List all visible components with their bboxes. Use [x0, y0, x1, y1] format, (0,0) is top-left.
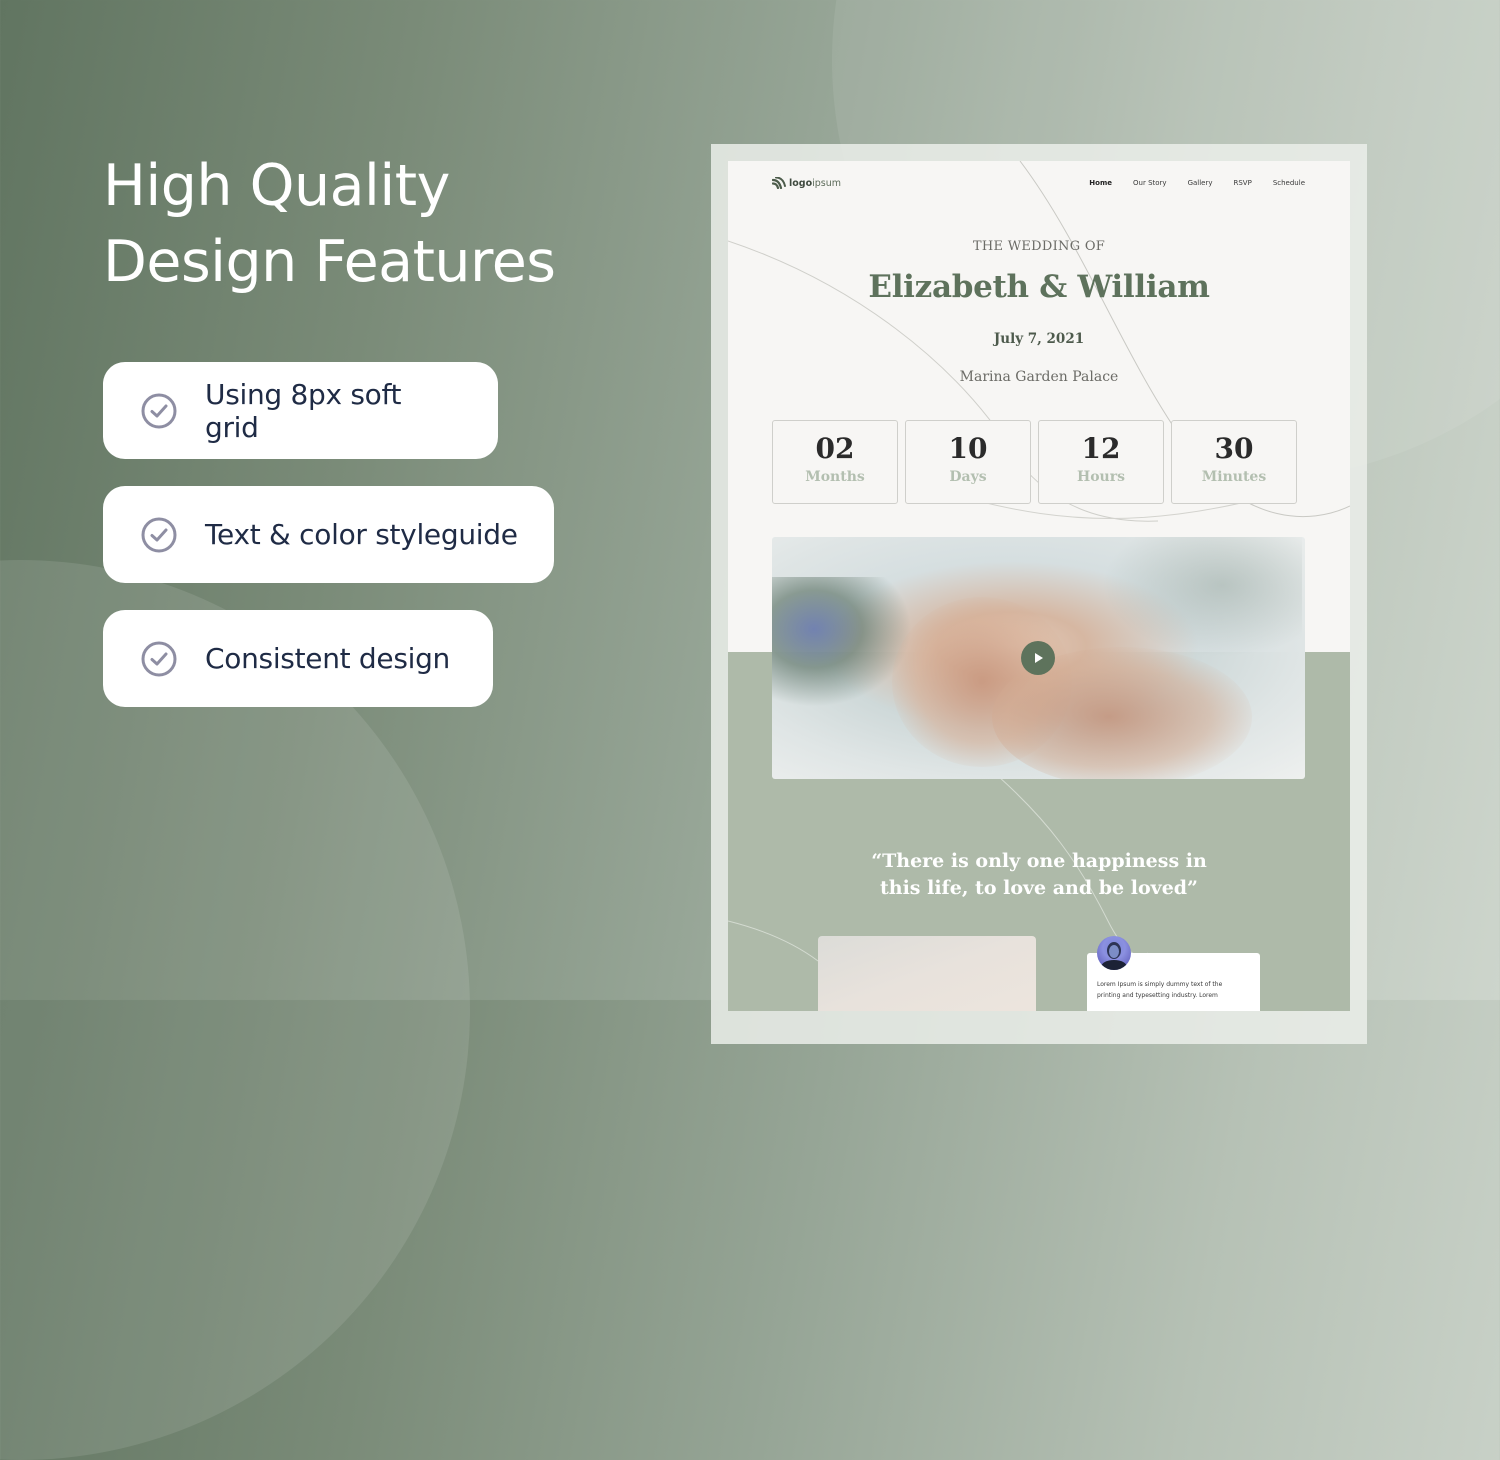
logo-text-rest: ipsum	[812, 177, 842, 189]
countdown-value: 10	[948, 432, 988, 465]
wedding-venue: Marina Garden Palace	[959, 369, 1119, 385]
countdown-minutes: 30 Minutes	[1171, 420, 1297, 504]
play-button[interactable]	[1021, 641, 1055, 675]
headline-line-1: High Quality	[103, 153, 450, 219]
feature-card-consistent: Consistent design	[103, 610, 493, 707]
check-circle-icon	[141, 517, 177, 552]
check-circle-icon	[141, 393, 177, 428]
wedding-date: July 7, 2021	[993, 331, 1085, 347]
countdown-unit: Hours	[1076, 469, 1125, 485]
quote: “There is only one happiness in this lif…	[728, 848, 1350, 902]
headline-line-2: Design Features	[103, 229, 556, 295]
countdown-days: 10 Days	[905, 420, 1031, 504]
headline: High Quality Design Features	[103, 148, 556, 300]
nav-item-gallery[interactable]: Gallery	[1188, 179, 1213, 187]
check-circle-icon	[141, 641, 177, 676]
feature-label: Consistent design	[205, 642, 450, 675]
avatar-body	[1101, 960, 1127, 970]
feature-label: Using 8px soft grid	[205, 377, 402, 444]
countdown-value: 30	[1214, 432, 1254, 465]
feature-card-grid: Using 8px soft grid	[103, 362, 498, 459]
countdown-hours: 12 Hours	[1038, 420, 1164, 504]
countdown-value: 02	[815, 432, 855, 465]
testimonial-text: Lorem Ipsum is simply dummy text of the …	[1097, 981, 1223, 999]
logo-text-bold: logo	[789, 177, 813, 189]
nav-item-our-story[interactable]: Our Story	[1133, 179, 1167, 187]
countdown-value: 12	[1081, 432, 1121, 465]
avatar	[1097, 936, 1131, 970]
play-icon	[1035, 653, 1043, 663]
main-nav: Home Our Story Gallery RSVP Schedule	[1089, 179, 1305, 187]
website-mockup: logoipsum Home Our Story Gallery RSVP Sc…	[728, 161, 1350, 1011]
nav-item-schedule[interactable]: Schedule	[1273, 179, 1305, 187]
photo-leaves	[1102, 537, 1302, 657]
countdown-months: 02 Months	[772, 420, 898, 504]
logo-waves-icon	[772, 177, 786, 189]
video-thumbnail[interactable]	[772, 537, 1305, 779]
feature-card-styleguide: Text & color styleguide	[103, 486, 554, 583]
countdown-unit: Minutes	[1201, 469, 1267, 485]
quote-line-1: “There is only one happiness in	[871, 850, 1207, 872]
feature-label: Text & color styleguide	[205, 518, 518, 551]
countdown-unit: Months	[805, 469, 865, 485]
photo-flowers	[772, 577, 912, 707]
countdown-unit: Days	[949, 469, 987, 485]
quote-line-2: this life, to love and be loved”	[880, 877, 1198, 899]
avatar-face	[1109, 945, 1119, 958]
couple-names: Elizabeth & William	[868, 269, 1210, 305]
nav-item-home[interactable]: Home	[1089, 179, 1112, 187]
wedding-eyebrow: THE WEDDING OF	[972, 239, 1106, 254]
logo[interactable]: logoipsum	[772, 177, 841, 189]
countdown: 02 Months 10 Days 12 Hours 30 Minutes	[772, 420, 1297, 504]
nav-item-rsvp[interactable]: RSVP	[1234, 179, 1252, 187]
